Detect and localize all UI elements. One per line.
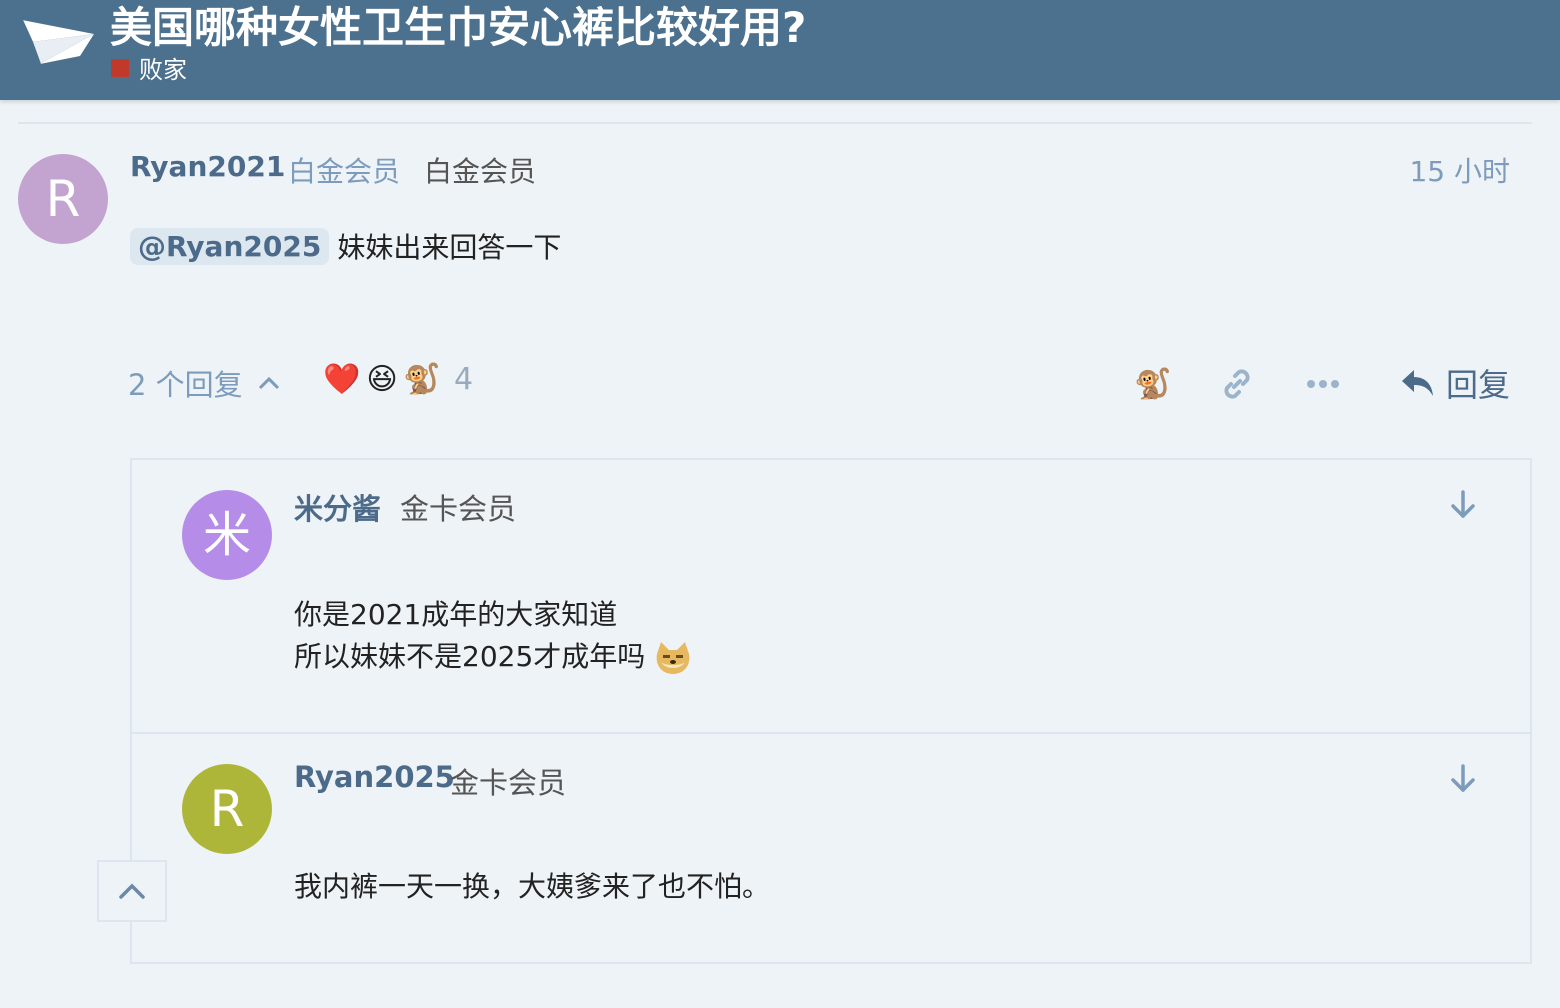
category-badge[interactable]: 败家 [111,50,187,85]
reply-line: 所以妹妹不是2025才成年吗 [294,640,646,673]
header-separator [18,122,1532,124]
post-text: 妹妹出来回答一下 [337,231,562,264]
category-color-square [111,58,129,77]
chevron-up-icon [258,376,279,390]
reply-line: 我内裤一天一换，大姨爹来了也不怕。 [294,870,771,903]
reply-body: 你是2021成年的大家知道 所以妹妹不是2025才成年吗 [294,594,693,678]
replies-label: 2 个回复 [128,368,243,402]
reply-label: 回复 [1445,366,1510,404]
laughing-emoji-icon: 😆 [366,362,398,397]
reactions-summary[interactable]: ❤️ 😆 🐒 4 [322,362,473,397]
post-username[interactable]: Ryan2021 [130,150,285,183]
reply-username[interactable]: 米分酱 [294,486,381,528]
scroll-to-top-button[interactable] [97,860,167,922]
react-button[interactable]: 🐒 [1130,360,1176,408]
arrow-down-icon[interactable] [1446,488,1480,522]
avatar-letter: 米 [202,507,251,563]
avatar-letter: R [209,780,245,838]
paper-plane-logo-icon[interactable] [18,12,98,72]
more-icon [1307,380,1339,388]
reply-line: 你是2021成年的大家知道 [294,598,618,631]
reaction-count: 4 [454,362,474,397]
monkey-react-icon: 🐒 [1134,366,1172,402]
reply-line-with-emoji: 所以妹妹不是2025才成年吗 [294,636,693,678]
avatar[interactable]: R [182,764,272,854]
reply-user-title: 金卡会员 [450,766,567,800]
link-icon [1224,369,1250,399]
post-body: @Ryan2025 妹妹出来回答一下 [130,226,561,266]
avatar[interactable]: 米 [182,490,272,580]
show-replies-button[interactable]: 2 个回复 [128,362,281,404]
avatar-letter: R [45,170,81,228]
category-name: 败家 [139,56,187,84]
more-actions-button[interactable] [1300,360,1346,408]
reply-arrow-icon [1401,370,1433,396]
reply-username[interactable]: Ryan2025 [294,760,455,794]
embedded-divider [130,732,1532,734]
topic-title[interactable]: 美国哪种女性卫生巾安心裤比较好用? [110,0,806,55]
mention-link[interactable]: @Ryan2025 [130,227,330,265]
user-badge: 白金会员 [424,155,537,188]
copy-link-button[interactable] [1214,360,1260,408]
user-title: 白金会员 [288,155,401,188]
topic-header: 美国哪种女性卫生巾安心裤比较好用? 败家 [0,0,1560,100]
reply-user-title: 金卡会员 [400,492,517,526]
post-time[interactable]: 15 小时 [1409,150,1510,190]
reply-button[interactable]: 回复 [1400,360,1510,406]
heart-emoji-icon: ❤️ [323,362,361,397]
doge-icon [656,642,690,674]
avatar[interactable]: R [18,154,108,244]
reply-body: 我内裤一天一换，大姨爹来了也不怕。 [294,866,770,908]
arrow-down-icon[interactable] [1446,762,1480,796]
monkey-emoji-icon: 🐒 [403,362,441,397]
chevron-up-icon [119,883,145,899]
